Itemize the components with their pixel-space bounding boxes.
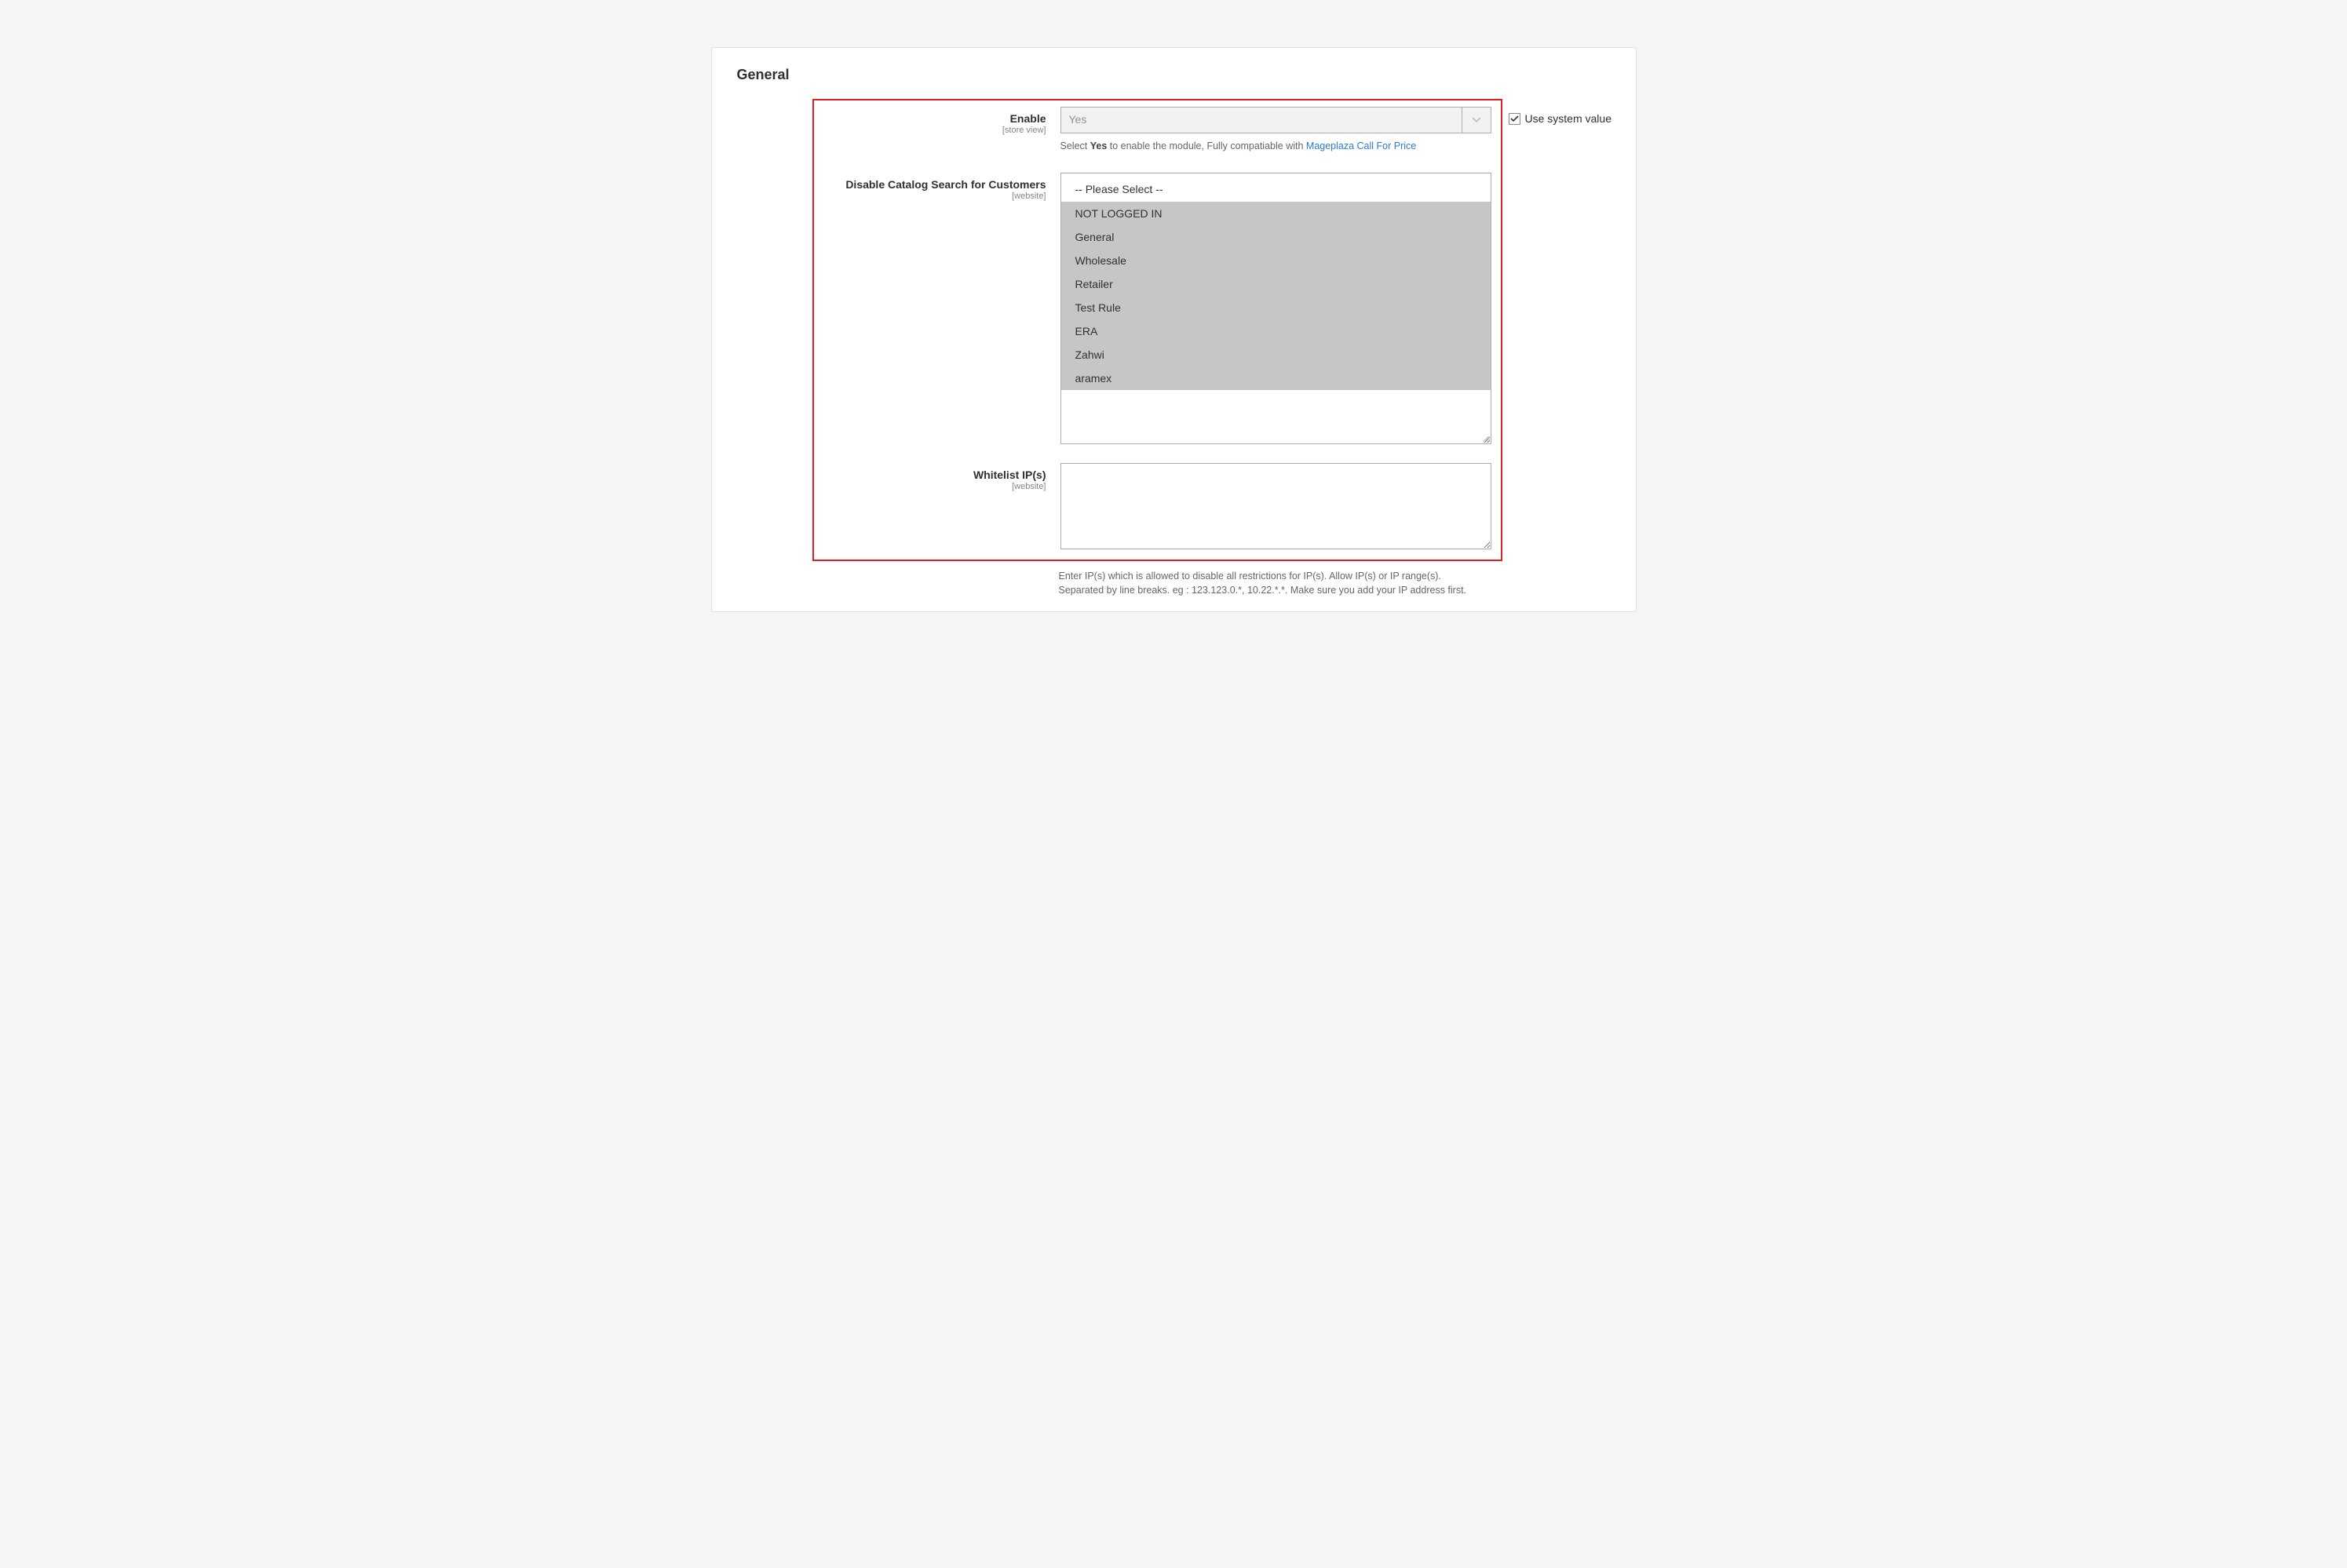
enable-scope: [store view] <box>819 126 1046 135</box>
customer-group-multiselect[interactable]: -- Please Select -- NOT LOGGED IN Genera… <box>1060 173 1491 444</box>
enable-select-value: Yes <box>1060 107 1462 133</box>
whitelist-scope: [website] <box>819 482 1046 491</box>
panel-title: General <box>728 64 1620 83</box>
enable-note: Select Yes to enable the module, Fully c… <box>1060 140 1491 154</box>
disable-search-scope: [website] <box>819 191 1046 201</box>
general-panel: General Enable [store view] Yes Select Y… <box>711 47 1637 612</box>
ms-option-placeholder[interactable]: -- Please Select -- <box>1061 173 1491 202</box>
enable-use-system: Use system value <box>1509 112 1612 125</box>
enable-label: Enable <box>819 111 1046 126</box>
whitelist-label: Whitelist IP(s) <box>819 468 1046 482</box>
ms-option-test-rule[interactable]: Test Rule <box>1061 296 1491 319</box>
enable-note-bold: Yes <box>1090 140 1108 151</box>
enable-value-col: Yes Select Yes to enable the module, Ful… <box>1060 107 1491 154</box>
highlight-box: Enable [store view] Yes Select Yes to en… <box>812 99 1502 561</box>
ms-option-era[interactable]: ERA <box>1061 319 1491 343</box>
enable-label-col: Enable [store view] <box>819 107 1060 135</box>
ms-option-wholesale[interactable]: Wholesale <box>1061 249 1491 272</box>
enable-field-row: Enable [store view] Yes Select Yes to en… <box>819 107 1491 154</box>
whitelist-field-row: Whitelist IP(s) [website] <box>819 463 1491 553</box>
enable-note-pre: Select <box>1060 140 1090 151</box>
enable-select[interactable]: Yes <box>1060 107 1491 133</box>
ms-option-retailer[interactable]: Retailer <box>1061 272 1491 296</box>
disable-search-field-row: Disable Catalog Search for Customers [we… <box>819 173 1491 444</box>
enable-note-mid: to enable the module, Fully compatiable … <box>1107 140 1306 151</box>
whitelist-value-col <box>1060 463 1491 553</box>
resize-grip-icon <box>1481 434 1489 442</box>
disable-search-value-col: -- Please Select -- NOT LOGGED IN Genera… <box>1060 173 1491 444</box>
disable-search-label-col: Disable Catalog Search for Customers [we… <box>819 173 1060 201</box>
use-system-checkbox[interactable] <box>1509 113 1520 125</box>
disable-search-label: Disable Catalog Search for Customers <box>819 177 1046 191</box>
whitelist-note: Enter IP(s) which is allowed to disable … <box>1059 569 1478 597</box>
ms-option-zahwi[interactable]: Zahwi <box>1061 343 1491 366</box>
whitelist-textarea[interactable] <box>1060 463 1491 549</box>
whitelist-label-col: Whitelist IP(s) [website] <box>819 463 1060 491</box>
ms-option-aramex[interactable]: aramex <box>1061 366 1491 390</box>
enable-note-link[interactable]: Mageplaza Call For Price <box>1306 140 1416 151</box>
ms-option-not-logged-in[interactable]: NOT LOGGED IN <box>1061 202 1491 225</box>
use-system-label: Use system value <box>1525 112 1612 125</box>
chevron-down-icon <box>1462 107 1491 133</box>
ms-option-general[interactable]: General <box>1061 225 1491 249</box>
